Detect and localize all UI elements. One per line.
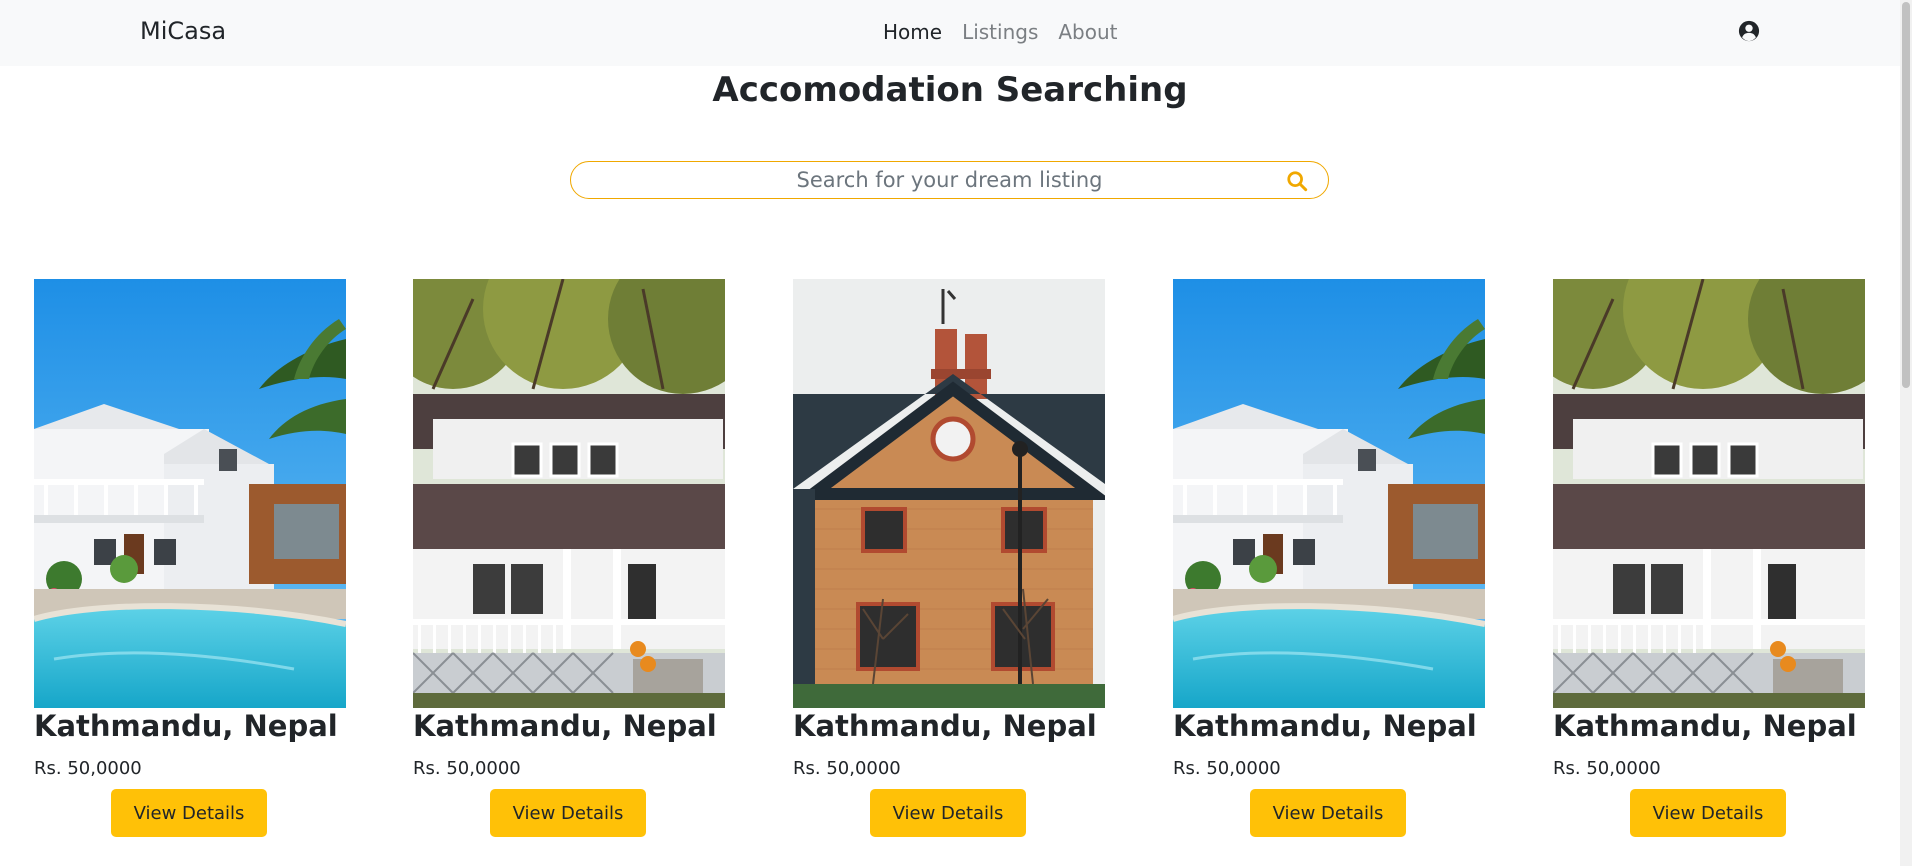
listing-title: Kathmandu, Nepal [1553, 709, 1857, 743]
listing-title: Kathmandu, Nepal [793, 709, 1097, 743]
view-details-button[interactable]: View Details [111, 789, 267, 837]
view-details-button[interactable]: View Details [1250, 789, 1406, 837]
view-details-button[interactable]: View Details [490, 789, 646, 837]
listing-image[interactable] [1553, 279, 1865, 708]
scrollbar-thumb[interactable] [1902, 2, 1910, 388]
navbar: MiCasa Home Listings About [0, 0, 1900, 66]
listing-price: Rs. 50,0000 [1553, 758, 1661, 779]
listing-price: Rs. 50,0000 [793, 758, 901, 779]
user-circle-icon[interactable] [1738, 20, 1760, 42]
listing-image[interactable] [34, 279, 346, 708]
view-details-button[interactable]: View Details [870, 789, 1026, 837]
listing-price: Rs. 50,0000 [34, 758, 142, 779]
search-icon[interactable] [1286, 170, 1308, 192]
listing-title: Kathmandu, Nepal [1173, 709, 1477, 743]
listing-image[interactable] [413, 279, 725, 708]
listing-card: Kathmandu, Nepal Rs. 50,0000 View Detail… [793, 279, 1105, 837]
listing-image[interactable] [793, 279, 1105, 708]
nav-links: Home Listings About [883, 20, 1118, 44]
search-box [570, 161, 1329, 199]
nav-link-home[interactable]: Home [883, 20, 942, 44]
listing-title: Kathmandu, Nepal [413, 709, 717, 743]
view-details-button[interactable]: View Details [1630, 789, 1786, 837]
page-title: Accomodation Searching [712, 70, 1188, 110]
listing-price: Rs. 50,0000 [1173, 758, 1281, 779]
listing-card: Kathmandu, Nepal Rs. 50,0000 View Detail… [413, 279, 725, 837]
listing-image[interactable] [1173, 279, 1485, 708]
brand-logo[interactable]: MiCasa [140, 17, 226, 45]
nav-link-about[interactable]: About [1058, 20, 1117, 44]
listing-price: Rs. 50,0000 [413, 758, 521, 779]
page-scrollbar[interactable] [1900, 0, 1912, 866]
nav-link-listings[interactable]: Listings [962, 20, 1038, 44]
listing-card: Kathmandu, Nepal Rs. 50,0000 View Detail… [1173, 279, 1485, 837]
listing-title: Kathmandu, Nepal [34, 709, 338, 743]
search-input[interactable] [571, 162, 1328, 198]
listing-card: Kathmandu, Nepal Rs. 50,0000 View Detail… [1553, 279, 1865, 837]
listing-card: Kathmandu, Nepal Rs. 50,0000 View Detail… [34, 279, 346, 837]
